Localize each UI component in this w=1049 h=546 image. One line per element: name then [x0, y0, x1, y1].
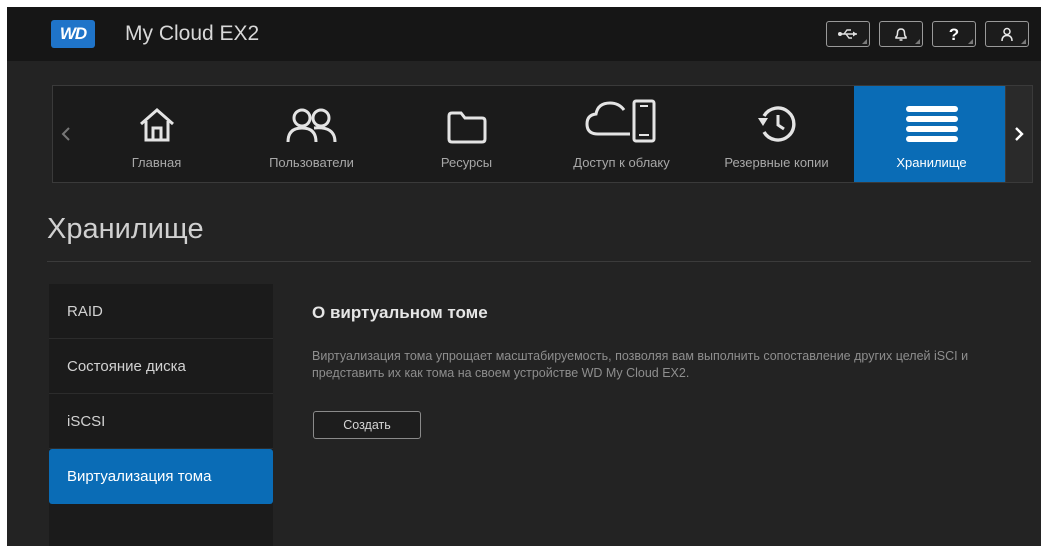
chevron-right-icon	[1015, 127, 1024, 141]
history-icon	[757, 106, 796, 142]
user-button[interactable]	[985, 21, 1029, 47]
alerts-button[interactable]	[879, 21, 923, 47]
nav-item-home[interactable]: Главная	[79, 86, 234, 182]
wd-logo[interactable]: WD	[51, 20, 95, 48]
top-bar: WD My Cloud EX2 ?	[7, 7, 1041, 61]
content-description: Виртуализация тома упрощает масштабируем…	[312, 349, 969, 380]
nav-item-storage[interactable]: Хранилище	[854, 86, 1009, 182]
nav-label-home: Главная	[131, 155, 182, 170]
sidebar-item-raid[interactable]: RAID	[49, 284, 273, 339]
users-icon	[286, 108, 336, 143]
chevron-left-icon	[61, 127, 70, 141]
sidebar-item-iscsi[interactable]: iSCSI	[49, 394, 273, 449]
usb-icon	[838, 29, 857, 39]
nav-label-backups: Резервные копии	[724, 155, 829, 170]
nav-label-users: Пользователи	[269, 155, 354, 170]
cloud-device-icon	[584, 99, 655, 143]
storage-sidebar: RAID Состояние диска iSCSI Виртуализация…	[49, 284, 273, 546]
nav-item-users[interactable]: Пользователи	[234, 86, 389, 182]
help-button[interactable]: ?	[932, 21, 976, 47]
nav-prev-button[interactable]	[53, 86, 79, 182]
user-icon	[1001, 27, 1013, 42]
create-button[interactable]: Создать	[313, 411, 421, 439]
storage-icon	[905, 106, 958, 142]
main-nav: Главная Пользователи Ресурсы Доступ к об…	[52, 85, 1033, 183]
nav-item-shares[interactable]: Ресурсы	[389, 86, 544, 182]
app-title: My Cloud EX2	[125, 22, 260, 45]
app-window: WD My Cloud EX2 ? Главная Пользователи Р…	[7, 7, 1041, 546]
content-heading: О виртуальном томе	[312, 303, 488, 322]
nav-next-button[interactable]	[1005, 86, 1032, 182]
sidebar-item-disk-status[interactable]: Состояние диска	[49, 339, 273, 394]
home-icon	[139, 108, 174, 142]
bell-icon	[895, 28, 907, 41]
usb-button[interactable]	[826, 21, 870, 47]
page-title: Хранилище	[47, 213, 204, 245]
sidebar-item-volume-virtualization[interactable]: Виртуализация тома	[49, 449, 273, 504]
folder-icon	[447, 111, 486, 144]
title-divider	[47, 261, 1031, 262]
nav-item-backups[interactable]: Резервные копии	[699, 86, 854, 182]
top-icons: ?	[826, 21, 1029, 47]
nav-item-cloud-access[interactable]: Доступ к облаку	[544, 86, 699, 182]
nav-label-shares: Ресурсы	[440, 155, 493, 170]
nav-label-storage: Хранилище	[896, 155, 967, 170]
help-icon: ?	[948, 24, 960, 44]
nav-label-cloud-access: Доступ к облаку	[573, 155, 670, 170]
